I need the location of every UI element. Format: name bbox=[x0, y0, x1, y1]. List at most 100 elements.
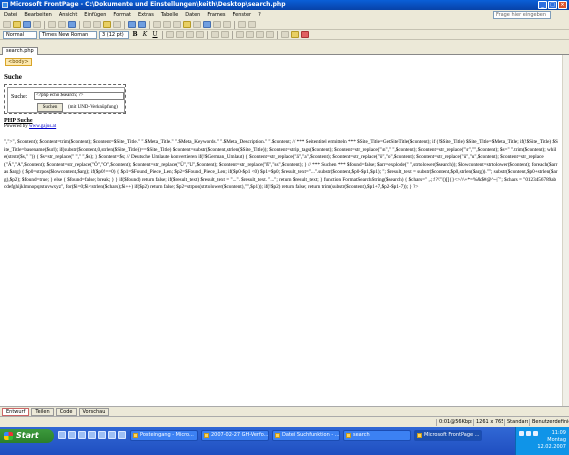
decrease-font-icon[interactable] bbox=[221, 31, 229, 38]
document-tab-bar: search.php bbox=[0, 46, 569, 55]
decrease-indent-icon[interactable] bbox=[256, 31, 264, 38]
menu-frames[interactable]: Frames bbox=[207, 12, 225, 18]
justify-icon[interactable] bbox=[196, 31, 204, 38]
align-right-icon[interactable] bbox=[186, 31, 194, 38]
search-input[interactable]: <?php echo $search; ?> bbox=[34, 92, 124, 100]
taskbar-button-search[interactable]: search bbox=[343, 430, 411, 441]
highlight-icon[interactable] bbox=[291, 31, 299, 38]
align-left-icon[interactable] bbox=[166, 31, 174, 38]
insert-component-icon[interactable] bbox=[153, 21, 161, 28]
start-button[interactable]: Start bbox=[0, 429, 54, 443]
menu-ansicht[interactable]: Ansicht bbox=[59, 12, 77, 18]
close-button[interactable]: × bbox=[558, 1, 567, 9]
new-page-icon[interactable] bbox=[3, 21, 11, 28]
style-dropdown[interactable]: Normal bbox=[3, 30, 37, 39]
quicklaunch-explorer-icon[interactable] bbox=[108, 431, 116, 439]
help-icon[interactable] bbox=[248, 21, 256, 28]
menu-format[interactable]: Format bbox=[113, 12, 131, 18]
help-search-input[interactable]: Frage hier eingeben bbox=[493, 11, 551, 19]
page-content: Suche Suche: <?php echo $search; ?> Such… bbox=[4, 73, 558, 192]
minimize-button[interactable]: _ bbox=[538, 1, 547, 9]
open-folder-icon[interactable] bbox=[13, 21, 21, 28]
copy-icon[interactable] bbox=[93, 21, 101, 28]
save-icon[interactable] bbox=[23, 21, 31, 28]
status-resolution[interactable]: 1261 x 765 bbox=[473, 419, 503, 426]
increase-font-icon[interactable] bbox=[211, 31, 219, 38]
format-painter-icon[interactable] bbox=[113, 21, 121, 28]
increase-indent-icon[interactable] bbox=[266, 31, 274, 38]
redo-icon[interactable] bbox=[138, 21, 146, 28]
quicklaunch-word-icon[interactable] bbox=[88, 431, 96, 439]
show-all-icon[interactable] bbox=[238, 21, 246, 28]
windows-logo-icon bbox=[4, 432, 13, 440]
insert-table-icon[interactable] bbox=[163, 21, 171, 28]
tab-teilen[interactable]: Teilen bbox=[31, 407, 54, 416]
stop-icon[interactable] bbox=[223, 21, 231, 28]
align-center-icon[interactable] bbox=[176, 31, 184, 38]
insert-layer-icon[interactable] bbox=[173, 21, 181, 28]
hyperlink-icon[interactable] bbox=[203, 21, 211, 28]
system-tray: 11:09 Montag 12.02.2007 bbox=[515, 427, 569, 455]
tab-vorschau[interactable]: Vorschau bbox=[78, 407, 110, 416]
taskbar-button-folder[interactable]: Datei Suchfunktion - ... bbox=[272, 430, 340, 441]
bold-button[interactable]: B bbox=[131, 31, 139, 39]
font-color-icon[interactable] bbox=[301, 31, 309, 38]
window-controls: _ □ × bbox=[538, 1, 567, 9]
taskbar-button-word[interactable]: 2007-02-27 GH-Verfo... bbox=[201, 430, 269, 441]
underline-button[interactable]: U bbox=[151, 31, 159, 39]
volume-icon[interactable] bbox=[526, 431, 531, 436]
toolbar-separator bbox=[162, 30, 163, 39]
print-preview-icon[interactable] bbox=[58, 21, 66, 28]
tab-entwurf[interactable]: Entwurf bbox=[2, 407, 30, 416]
menu-daten[interactable]: Daten bbox=[185, 12, 200, 18]
insert-picture-icon[interactable] bbox=[183, 21, 191, 28]
search-note: (mit UND-Verknüpfung) bbox=[68, 105, 118, 110]
powered-by-link[interactable]: www.gajus.at bbox=[29, 124, 56, 129]
drawing-icon[interactable] bbox=[193, 21, 201, 28]
font-dropdown[interactable]: Times New Roman bbox=[39, 30, 97, 39]
publish-icon[interactable] bbox=[33, 21, 41, 28]
search-form[interactable]: Suche: <?php echo $search; ?> Suchen (mi… bbox=[4, 84, 126, 114]
search-button[interactable]: Suchen bbox=[37, 103, 63, 112]
menu-tabelle[interactable]: Tabelle bbox=[161, 12, 178, 18]
quicklaunch-excel-icon[interactable] bbox=[98, 431, 106, 439]
borders-icon[interactable] bbox=[281, 31, 289, 38]
task-label: 2007-02-27 GH-Verfo... bbox=[211, 432, 269, 438]
paste-icon[interactable] bbox=[103, 21, 111, 28]
spelling-icon[interactable] bbox=[68, 21, 76, 28]
menu-bearbeiten[interactable]: Bearbeiten bbox=[24, 12, 51, 18]
form-table: Suche: <?php echo $search; ?> Suchen (mi… bbox=[7, 87, 125, 113]
powered-by-line: Powered by www.gajus.at bbox=[4, 124, 558, 129]
bullets-icon[interactable] bbox=[246, 31, 254, 38]
quicklaunch-media-icon[interactable] bbox=[118, 431, 126, 439]
refresh-icon[interactable] bbox=[213, 21, 221, 28]
cut-icon[interactable] bbox=[83, 21, 91, 28]
menu-datei[interactable]: Datei bbox=[4, 12, 17, 18]
frontpage-app-icon bbox=[2, 2, 8, 8]
italic-button[interactable]: K bbox=[141, 31, 149, 39]
menu-extras[interactable]: Extras bbox=[138, 12, 154, 18]
tab-code[interactable]: Code bbox=[55, 407, 77, 416]
network-icon[interactable] bbox=[519, 431, 524, 436]
document-tab[interactable]: search.php bbox=[2, 47, 38, 55]
clock[interactable]: 11:09 Montag 12.02.2007 bbox=[537, 430, 566, 451]
undo-icon[interactable] bbox=[128, 21, 136, 28]
menu-help[interactable]: ? bbox=[258, 12, 261, 18]
taskbar-button-frontpage[interactable]: Microsoft FrontPage ... bbox=[414, 430, 482, 441]
quicklaunch-outlook-icon[interactable] bbox=[78, 431, 86, 439]
quicklaunch-desktop-icon[interactable] bbox=[58, 431, 66, 439]
maximize-button[interactable]: □ bbox=[548, 1, 557, 9]
font-size-dropdown[interactable]: 3 (12 pt) bbox=[99, 30, 129, 39]
body-tag-marker[interactable]: <body> bbox=[5, 58, 32, 66]
design-view-editor[interactable]: <body> Suche Suche: <?php echo $search; … bbox=[0, 55, 562, 406]
vertical-scrollbar[interactable] bbox=[562, 55, 569, 406]
quicklaunch-ie-icon[interactable] bbox=[68, 431, 76, 439]
task-label: Datei Suchfunktion - ... bbox=[282, 432, 340, 438]
print-icon[interactable] bbox=[48, 21, 56, 28]
menu-einfuegen[interactable]: Einfügen bbox=[84, 12, 106, 18]
taskbar-button-outlook[interactable]: Posteingang - Micro... bbox=[130, 430, 198, 441]
menu-bar: Datei Bearbeiten Ansicht Einfügen Format… bbox=[0, 10, 569, 20]
numbering-icon[interactable] bbox=[236, 31, 244, 38]
menu-fenster[interactable]: Fenster bbox=[233, 12, 252, 18]
toolbar-separator bbox=[232, 30, 233, 39]
